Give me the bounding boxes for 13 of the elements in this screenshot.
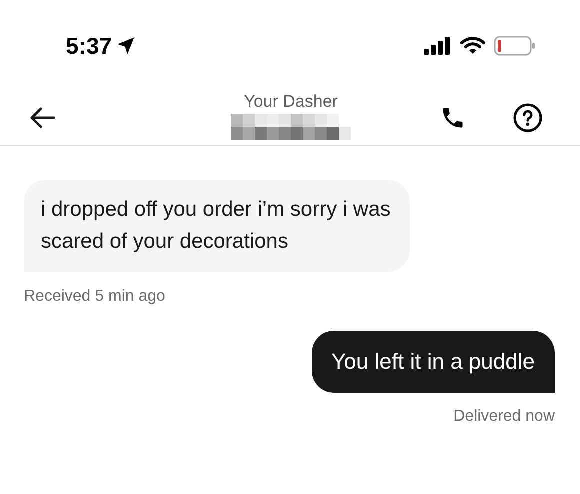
- back-arrow-icon: [30, 106, 56, 128]
- battery-icon: [494, 36, 536, 56]
- message-bubble: You left it in a puddle: [312, 331, 555, 393]
- message-status: Delivered now: [454, 407, 555, 427]
- help-button[interactable]: [512, 102, 544, 134]
- location-arrow-icon: [116, 36, 136, 56]
- message-bubble: i dropped off you order i’m sorry i was scared of your decorations: [24, 180, 410, 272]
- header-title: Your Dasher: [244, 90, 338, 113]
- signal-icon: [424, 37, 452, 55]
- clock-time: 5:37: [66, 32, 112, 61]
- message-status: Received 5 min ago: [24, 287, 166, 307]
- help-icon: [513, 102, 543, 132]
- wifi-icon: [460, 37, 486, 55]
